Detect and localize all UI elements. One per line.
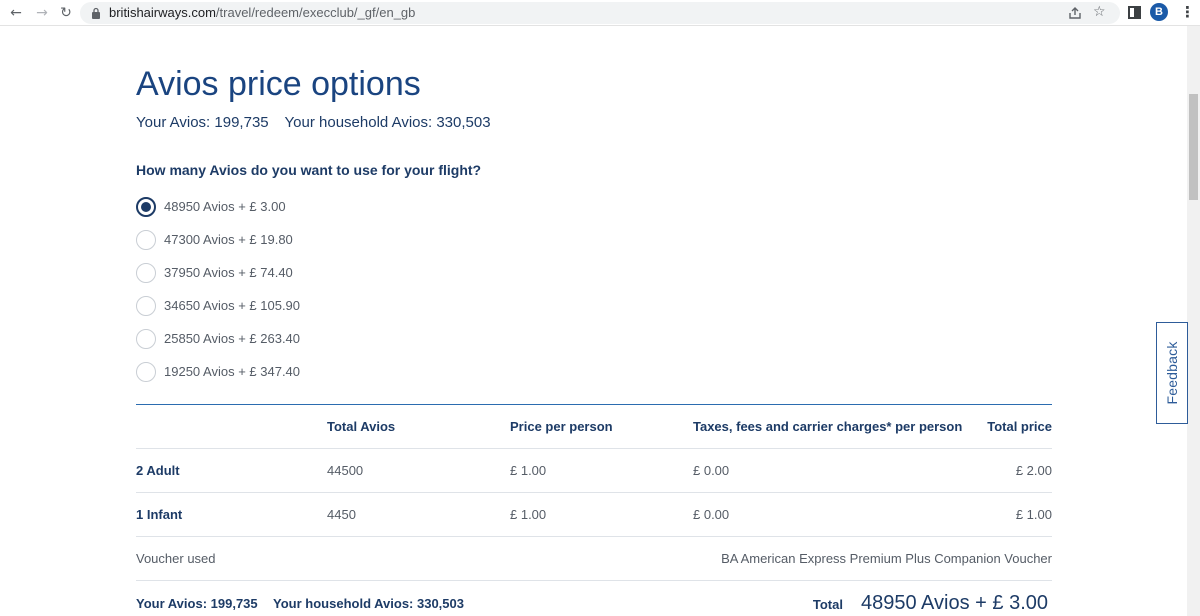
- back-arrow-icon[interactable]: ←: [7, 4, 25, 22]
- price-per-person-value: £ 1.00: [510, 463, 547, 478]
- total-avios-value: 44500: [327, 463, 364, 478]
- voucher-row: Voucher used BA American Express Premium…: [136, 537, 1052, 581]
- table-header-row: Total Avios Price per person Taxes, fees…: [136, 405, 1052, 449]
- total-label: Total: [812, 597, 843, 612]
- avios-summary: Your Avios: 199,735 Your household Avios…: [136, 114, 503, 132]
- table-row: 2 Adult 44500 £ 1.00 £ 0.00 £ 2.00: [136, 449, 1052, 493]
- header-total-price: Total price: [987, 419, 1052, 434]
- voucher-label: Voucher used: [136, 551, 216, 566]
- total-avios-value: 4450: [327, 507, 356, 522]
- radio-button[interactable]: [136, 295, 156, 316]
- page-title: Avios price options: [136, 65, 421, 103]
- feedback-label: Feedback: [1164, 341, 1180, 405]
- bottom-avios-summary: Your Avios: 199,735 Your household Avios…: [136, 596, 476, 611]
- avios-question: How many Avios do you want to use for yo…: [136, 162, 482, 178]
- address-bar[interactable]: britishairways.com/travel/redeem/execclu…: [80, 2, 1120, 24]
- voucher-value: BA American Express Premium Plus Compani…: [721, 551, 1052, 566]
- header-price-per-person: Price per person: [510, 419, 613, 434]
- bottom-household-avios: Your household Avios: 330,503: [273, 596, 464, 611]
- radio-button[interactable]: [136, 196, 156, 217]
- scrollbar-thumb[interactable]: [1189, 94, 1198, 200]
- option-label[interactable]: 25850 Avios + £ 263.40: [164, 331, 300, 346]
- taxes-value: £ 0.00: [693, 507, 730, 522]
- url-host: britishairways.com: [109, 5, 216, 20]
- total-value: 48950 Avios + £ 3.00: [860, 592, 1048, 614]
- total-price-value: £ 2.00: [1015, 463, 1052, 478]
- table-row: 1 Infant 4450 £ 1.00 £ 0.00 £ 1.00: [136, 493, 1052, 537]
- passenger-type: 1 Infant: [136, 507, 183, 522]
- your-avios-label: Your Avios:: [136, 114, 211, 131]
- forward-arrow-icon[interactable]: →: [33, 4, 51, 22]
- taxes-value: £ 0.00: [693, 463, 730, 478]
- household-avios-label: Your household Avios:: [284, 114, 433, 131]
- radio-button[interactable]: [136, 328, 156, 349]
- avios-option[interactable]: 25850 Avios + £ 263.40: [136, 322, 300, 355]
- header-total-avios: Total Avios: [327, 419, 396, 434]
- total-summary: Total 48950 Avios + £ 3.00: [813, 592, 1048, 615]
- option-label[interactable]: 47300 Avios + £ 19.80: [164, 232, 293, 247]
- avios-option[interactable]: 34650 Avios + £ 105.90: [136, 289, 300, 322]
- side-panel-icon[interactable]: [1128, 6, 1141, 19]
- page-scrollbar[interactable]: [1187, 26, 1200, 616]
- avios-option[interactable]: 37950 Avios + £ 74.40: [136, 256, 300, 289]
- option-label[interactable]: 19250 Avios + £ 347.40: [164, 364, 300, 379]
- bookmark-star-icon[interactable]: ☆: [1093, 4, 1106, 20]
- option-label[interactable]: 48950 Avios + £ 3.00: [164, 199, 286, 214]
- passenger-type: 2 Adult: [136, 463, 180, 478]
- option-label[interactable]: 34650 Avios + £ 105.90: [164, 298, 300, 313]
- url-path: /travel/redeem/execclub/_gf/en_gb: [215, 5, 416, 20]
- price-breakdown-table: Total Avios Price per person Taxes, fees…: [136, 405, 1052, 581]
- avios-option[interactable]: 47300 Avios + £ 19.80: [136, 223, 300, 256]
- header-taxes: Taxes, fees and carrier charges* per per…: [693, 419, 963, 434]
- avios-options: 48950 Avios + £ 3.00 47300 Avios + £ 19.…: [136, 190, 300, 388]
- lock-icon[interactable]: [91, 7, 101, 19]
- url-text[interactable]: britishairways.com/travel/redeem/execclu…: [109, 5, 415, 21]
- radio-button[interactable]: [136, 361, 156, 382]
- your-avios-value: 199,735: [214, 114, 269, 131]
- feedback-tab[interactable]: Feedback: [1156, 322, 1188, 424]
- radio-button[interactable]: [136, 229, 156, 250]
- more-options-icon[interactable]: ⋮: [1180, 4, 1195, 22]
- share-icon[interactable]: [1067, 5, 1083, 21]
- profile-avatar[interactable]: B: [1150, 3, 1168, 21]
- price-per-person-value: £ 1.00: [510, 507, 547, 522]
- household-avios-value: 330,503: [436, 114, 491, 131]
- radio-button[interactable]: [136, 262, 156, 283]
- avios-option[interactable]: 48950 Avios + £ 3.00: [136, 190, 300, 223]
- browser-toolbar: ← → ↻ britishairways.com/travel/redeem/e…: [0, 0, 1200, 26]
- reload-icon[interactable]: ↻: [57, 4, 75, 22]
- avios-option[interactable]: 19250 Avios + £ 347.40: [136, 355, 300, 388]
- bottom-your-avios: Your Avios: 199,735: [136, 596, 258, 611]
- option-label[interactable]: 37950 Avios + £ 74.40: [164, 265, 293, 280]
- total-price-value: £ 1.00: [1015, 507, 1052, 522]
